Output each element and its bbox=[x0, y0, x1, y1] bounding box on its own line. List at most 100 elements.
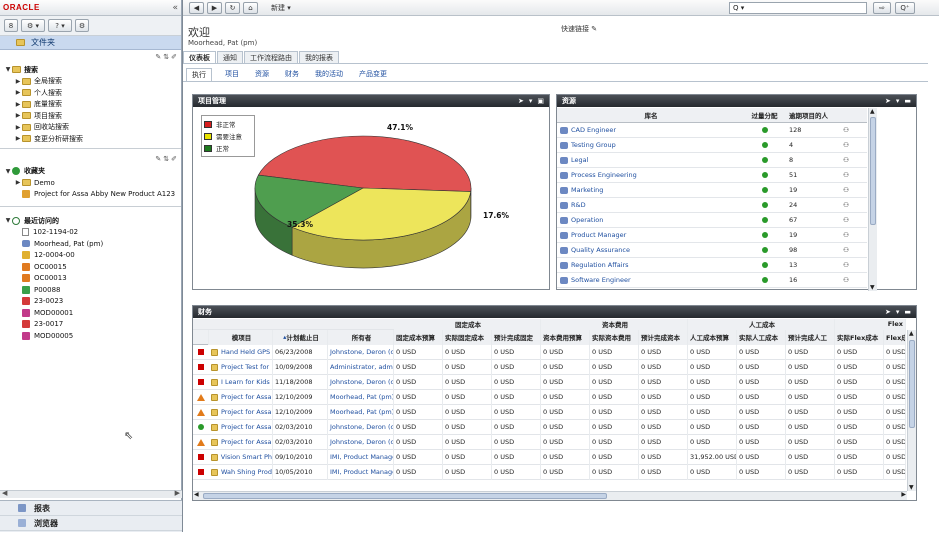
collapsed-triangle-icon[interactable]: ▶ bbox=[14, 101, 22, 108]
scroll-up-icon[interactable]: ▲ bbox=[909, 330, 914, 337]
resource-name[interactable]: Regulation Affairs bbox=[571, 261, 629, 269]
assign-icon[interactable]: ⚇ bbox=[837, 171, 855, 179]
project-name[interactable]: Vision Smart Ph bbox=[221, 453, 272, 461]
resource-name[interactable]: Process Engineering bbox=[571, 171, 637, 179]
assign-icon[interactable]: ⚇ bbox=[837, 216, 855, 224]
assign-icon[interactable]: ⚇ bbox=[837, 231, 855, 239]
tree-searches[interactable]: ▼ 搜索 bbox=[4, 64, 181, 76]
owner-name[interactable]: IMI, Product Manage bbox=[328, 449, 394, 465]
recent-item[interactable]: MOD00001 bbox=[22, 307, 181, 319]
assign-icon[interactable]: ⚇ bbox=[837, 126, 855, 134]
reports-nav[interactable]: 报表 bbox=[0, 501, 182, 516]
scroll-thumb[interactable] bbox=[909, 340, 915, 428]
finance-vertical-scrollbar[interactable]: ▲ ▼ bbox=[907, 330, 916, 491]
table-row[interactable]: Quality Assurance 98 ⚇ bbox=[557, 243, 867, 258]
col-cost[interactable]: 预计完成人工 bbox=[786, 329, 835, 345]
owner-name[interactable]: Johnstone, Deron (c bbox=[328, 434, 394, 450]
assign-icon[interactable]: ⚇ bbox=[837, 156, 855, 164]
resource-name[interactable]: Software Engineer bbox=[571, 276, 631, 284]
quick-links[interactable]: 快速链接 ✎ bbox=[561, 24, 597, 34]
col-owner[interactable]: 所有者 bbox=[328, 329, 394, 345]
owner-name[interactable]: Johnstone, Deron (c bbox=[328, 374, 394, 390]
settings-menu-button[interactable]: ⚙ ▾ bbox=[21, 19, 45, 32]
tree-search-item[interactable]: ▶ 变更分析研搜索 bbox=[14, 133, 181, 145]
calendar-icon[interactable]: ▣ bbox=[537, 97, 544, 105]
resource-name-cell[interactable]: Regulation Affairs bbox=[557, 261, 742, 269]
back-button[interactable]: ◀ bbox=[189, 1, 204, 14]
project-name[interactable]: Project for Assa bbox=[221, 423, 272, 431]
col-cost[interactable]: Flex成 bbox=[884, 329, 906, 345]
pin-icon[interactable]: ➤ bbox=[885, 308, 891, 316]
col-cost[interactable]: 资本费用预算 bbox=[541, 329, 590, 345]
collapsed-triangle-icon[interactable]: ▶ bbox=[14, 135, 22, 142]
project-name-cell[interactable]: Project for Assa bbox=[209, 389, 273, 405]
global-search-input[interactable]: Q ▾ bbox=[729, 2, 867, 14]
table-row[interactable]: Project for Assa 02/03/2010 Johnstone, Der… bbox=[193, 434, 906, 450]
table-row[interactable]: Vision Smart Ph 09/10/2010 IMI, Product Ma… bbox=[193, 449, 906, 465]
resource-name-cell[interactable]: Software Engineer bbox=[557, 276, 742, 284]
project-name[interactable]: Wah Shing Prod bbox=[221, 468, 272, 476]
scroll-down-icon[interactable]: ▼ bbox=[909, 484, 914, 491]
panel-divider[interactable] bbox=[182, 0, 183, 532]
assign-icon[interactable]: ⚇ bbox=[837, 276, 855, 284]
tree-favorite-item[interactable]: ▶ Demo bbox=[14, 177, 181, 189]
resource-name[interactable]: CAD Engineer bbox=[571, 126, 616, 134]
finance-horizontal-scrollbar[interactable]: ◀ ▶ bbox=[193, 491, 907, 500]
project-name-cell[interactable]: Wah Shing Prod bbox=[209, 464, 273, 480]
help-menu-button[interactable]: ? ▾ bbox=[48, 19, 72, 32]
table-row[interactable]: Marketing 19 ⚇ bbox=[557, 183, 867, 198]
col-cost[interactable]: 实际人工成本 bbox=[737, 329, 786, 345]
resource-name[interactable]: R&D bbox=[571, 201, 586, 209]
col-cost[interactable]: 实际Flex成本 bbox=[835, 329, 884, 345]
collapsed-triangle-icon[interactable]: ▶ bbox=[14, 112, 22, 119]
recent-item[interactable]: 23-0017 bbox=[22, 319, 181, 331]
subtab-resources[interactable]: 资源 bbox=[252, 69, 272, 79]
col-cost[interactable]: 预计完成固定 bbox=[492, 329, 541, 345]
owner-name[interactable]: Johnstone, Deron (c bbox=[328, 419, 394, 435]
project-name-cell[interactable]: Project Test for bbox=[209, 359, 273, 375]
col-cost[interactable]: 固定成本预算 bbox=[394, 329, 443, 345]
tree-search-item[interactable]: ▶ 底量搜索 bbox=[14, 99, 181, 111]
resource-name[interactable]: Operation bbox=[571, 216, 603, 224]
add-search-icon[interactable]: ✎ bbox=[155, 53, 161, 61]
subtab-execute[interactable]: 执行 bbox=[186, 67, 212, 81]
assign-icon[interactable]: ⚇ bbox=[837, 201, 855, 209]
resource-name-cell[interactable]: Process Engineering bbox=[557, 171, 742, 179]
tab-workflow-routing[interactable]: 工作流程路由 bbox=[244, 51, 298, 63]
table-row[interactable]: Hand Held GPS 06/23/2008 Johnstone, Deron … bbox=[193, 344, 906, 360]
table-row[interactable]: I Learn for Kids 11/18/2008 Johnstone, Der… bbox=[193, 374, 906, 390]
project-name[interactable]: Hand Held GPS bbox=[221, 348, 270, 356]
collapsed-triangle-icon[interactable]: ▶ bbox=[14, 89, 22, 96]
tab-notifications[interactable]: 通知 bbox=[217, 51, 243, 63]
resource-name[interactable]: Testing Group bbox=[571, 141, 616, 149]
refresh-button[interactable]: ↻ bbox=[225, 1, 240, 14]
tab-dashboard[interactable]: 仪表板 bbox=[183, 51, 216, 63]
col-project[interactable]: 模项目 bbox=[209, 329, 273, 345]
table-row[interactable]: Testing Group 4 ⚇ bbox=[557, 138, 867, 153]
tree-search-item[interactable]: ▶ 个人搜索 bbox=[14, 87, 181, 99]
subtab-product-changes[interactable]: 产品变更 bbox=[356, 69, 390, 79]
col-cost[interactable]: 实际固定成本 bbox=[443, 329, 492, 345]
recent-item[interactable]: OC00015 bbox=[22, 261, 181, 273]
dropdown-icon[interactable]: ▾ bbox=[896, 97, 900, 105]
edit-icon[interactable]: ✐ bbox=[171, 53, 177, 61]
tree-search-item[interactable]: ▶ 全局搜索 bbox=[14, 76, 181, 88]
resource-name-cell[interactable]: Marketing bbox=[557, 186, 742, 194]
sort-icon[interactable]: ⇅ bbox=[163, 53, 169, 61]
dropdown-icon[interactable]: ▾ bbox=[529, 97, 533, 105]
tree-favorites[interactable]: ▼ 收藏夹 bbox=[4, 166, 181, 178]
subtab-projects[interactable]: 项目 bbox=[222, 69, 242, 79]
recent-item[interactable]: OC00013 bbox=[22, 273, 181, 285]
project-name-cell[interactable]: Project for Assa bbox=[209, 404, 273, 420]
resource-name-cell[interactable]: Operation bbox=[557, 216, 742, 224]
collapsed-triangle-icon[interactable]: ▶ bbox=[14, 124, 22, 131]
advanced-search-button[interactable]: Q⁺ bbox=[895, 2, 915, 14]
table-row[interactable]: Project Test for 10/09/2008 Administrator,… bbox=[193, 359, 906, 375]
sort-icon[interactable]: ⇅ bbox=[163, 155, 169, 163]
collapse-panel-icon[interactable]: « bbox=[172, 3, 178, 13]
resource-name[interactable]: Legal bbox=[571, 156, 588, 164]
assign-icon[interactable]: ⚇ bbox=[837, 186, 855, 194]
pin-icon[interactable]: ➤ bbox=[518, 97, 524, 105]
tree-search-item[interactable]: ▶ 回收站搜索 bbox=[14, 122, 181, 134]
table-row[interactable]: Software Engineer 16 ⚇ bbox=[557, 273, 867, 288]
